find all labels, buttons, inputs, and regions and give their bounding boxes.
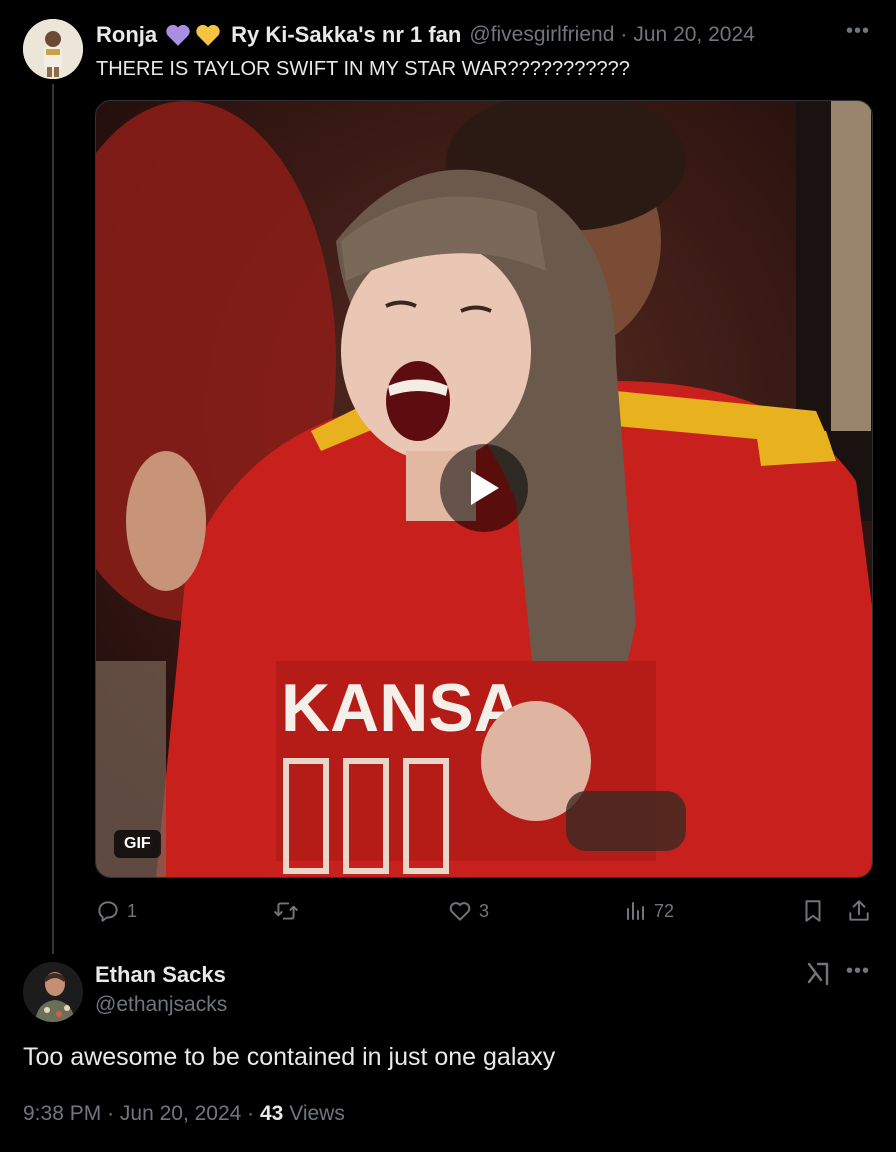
- author-name[interactable]: Ethan Sacks: [95, 962, 226, 988]
- reply-action[interactable]: 1: [95, 893, 137, 929]
- views-label: Views: [289, 1102, 345, 1125]
- gif-badge: GIF: [114, 830, 161, 858]
- analytics-icon: [627, 902, 644, 920]
- jersey-lettering: KANSA: [281, 670, 523, 746]
- thread-connector-line: [52, 84, 54, 954]
- repost-icon: [274, 902, 298, 920]
- bookmark-icon: [805, 900, 821, 922]
- reply-icon: [98, 901, 118, 922]
- yellow-heart-icon: [195, 23, 221, 47]
- reply-count: 1: [127, 900, 138, 921]
- heart-icon: [449, 902, 471, 921]
- post-time[interactable]: 9:38 PM: [23, 1102, 101, 1125]
- views-count: 72: [654, 900, 675, 921]
- views-action[interactable]: 72: [624, 893, 674, 929]
- share-icon: [849, 900, 869, 921]
- play-button[interactable]: [440, 444, 528, 532]
- more-options-icon[interactable]: •••: [846, 960, 870, 983]
- author-name-suffix[interactable]: Ry Ki-Sakka's nr 1 fan: [231, 22, 461, 48]
- post-date[interactable]: Jun 20, 2024: [633, 23, 754, 47]
- views-count: 43: [260, 1102, 284, 1125]
- bookmark-action[interactable]: [800, 893, 826, 929]
- repost-action[interactable]: [272, 893, 306, 929]
- ronja-avatar[interactable]: [23, 19, 83, 79]
- like-action[interactable]: 3: [447, 893, 489, 929]
- ethan-avatar[interactable]: [23, 962, 83, 1022]
- post-text: Too awesome to be contained in just one …: [23, 1043, 556, 1071]
- purple-heart-icon: [165, 23, 191, 47]
- author-handle[interactable]: @fivesgirlfriend: [469, 23, 614, 47]
- author-name[interactable]: Ronja: [96, 22, 157, 48]
- grok-icon[interactable]: [806, 960, 832, 993]
- separator-dot: ·: [620, 23, 628, 46]
- post-meta: 9:38 PM · Jun 20, 2024 · 43 Views: [23, 1102, 345, 1126]
- author-handle[interactable]: @ethanjsacks: [95, 993, 227, 1017]
- post-header: Ronja Ry Ki-Sakka's nr 1 fan @fivesgirlf…: [96, 20, 755, 50]
- share-action[interactable]: [846, 893, 872, 929]
- play-icon: [471, 471, 499, 505]
- separator-dot: ·: [107, 1102, 120, 1125]
- separator-dot: ·: [247, 1102, 260, 1125]
- post-text: THERE IS TAYLOR SWIFT IN MY STAR WAR????…: [96, 58, 630, 80]
- like-count: 3: [479, 900, 490, 921]
- more-options-icon[interactable]: •••: [846, 20, 870, 43]
- post-date[interactable]: Jun 20, 2024: [120, 1102, 241, 1125]
